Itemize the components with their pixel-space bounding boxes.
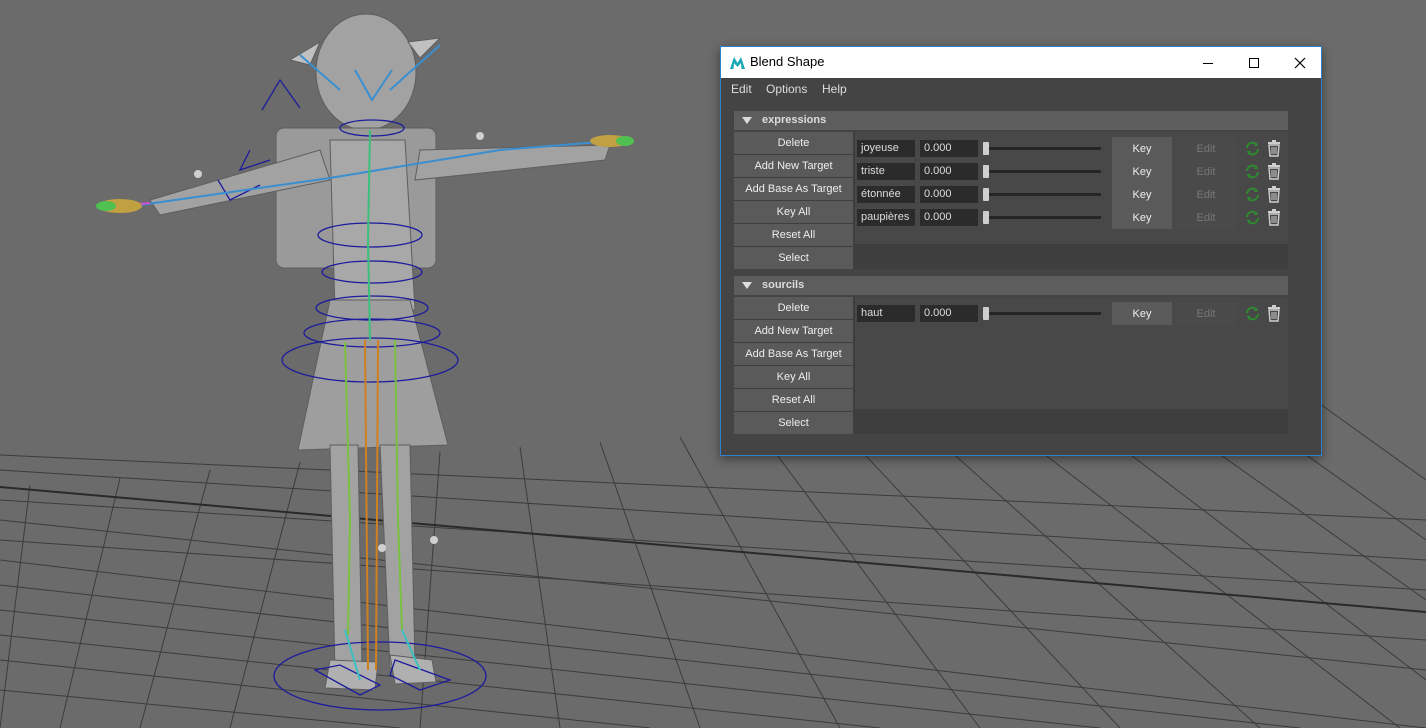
select-button[interactable]: Select: [734, 412, 853, 434]
target-weight-field[interactable]: 0.000: [920, 140, 978, 157]
minimize-button[interactable]: [1185, 47, 1231, 78]
key-all-button[interactable]: Key All: [734, 366, 853, 388]
target-list: haut 0.000 Key Edit: [855, 297, 1288, 409]
target-name-field[interactable]: haut: [857, 305, 915, 322]
close-icon: [1294, 57, 1306, 68]
section-title: expressions: [762, 114, 827, 126]
key-button[interactable]: Key: [1112, 302, 1172, 325]
edit-button[interactable]: Edit: [1175, 160, 1237, 183]
trash-icon[interactable]: [1267, 139, 1281, 157]
target-name-field[interactable]: étonnée: [857, 186, 915, 203]
target-name-field[interactable]: paupières: [857, 209, 915, 226]
window-title: Blend Shape: [750, 54, 825, 69]
menu-bar: Edit Options Help: [721, 78, 1321, 100]
section-header-expressions[interactable]: expressions: [734, 111, 1288, 130]
add-base-as-target-button[interactable]: Add Base As Target: [734, 178, 853, 200]
target-row: joyeuse 0.000 Key Edit: [855, 137, 1288, 160]
key-button[interactable]: Key: [1112, 160, 1172, 183]
delete-button[interactable]: Delete: [734, 132, 853, 154]
key-button[interactable]: Key: [1112, 183, 1172, 206]
key-all-button[interactable]: Key All: [734, 201, 853, 223]
triangle-down-icon[interactable]: [742, 117, 752, 124]
close-button[interactable]: [1277, 47, 1323, 78]
trash-icon[interactable]: [1267, 185, 1281, 203]
section-header-sourcils[interactable]: sourcils: [734, 276, 1288, 295]
swap-green-icon[interactable]: [1244, 140, 1261, 157]
target-list: joyeuse 0.000 Key Edit triste 0.000 Key …: [855, 132, 1288, 244]
weight-slider-handle[interactable]: [983, 165, 989, 178]
minimize-icon: [1203, 62, 1213, 64]
swap-green-icon[interactable]: [1244, 163, 1261, 180]
weight-slider-track[interactable]: [985, 170, 1101, 173]
trash-icon[interactable]: [1267, 162, 1281, 180]
weight-slider-track[interactable]: [985, 312, 1101, 315]
target-weight-field[interactable]: 0.000: [920, 209, 978, 226]
maximize-icon: [1249, 57, 1259, 68]
weight-slider-track[interactable]: [985, 216, 1101, 219]
weight-slider-handle[interactable]: [983, 211, 989, 224]
blend-shape-window[interactable]: Blend Shape Edit Options Help expression…: [720, 46, 1322, 456]
add-new-target-button[interactable]: Add New Target: [734, 155, 853, 177]
add-base-as-target-button[interactable]: Add Base As Target: [734, 343, 853, 365]
edit-button[interactable]: Edit: [1175, 137, 1237, 160]
target-name-field[interactable]: triste: [857, 163, 915, 180]
section-body-sourcils: Delete Add New Target Add Base As Target…: [734, 297, 1288, 434]
select-button[interactable]: Select: [734, 247, 853, 269]
swap-green-icon[interactable]: [1244, 209, 1261, 226]
maximize-button[interactable]: [1231, 47, 1277, 78]
target-row: triste 0.000 Key Edit: [855, 160, 1288, 183]
trash-icon[interactable]: [1267, 208, 1281, 226]
target-row: étonnée 0.000 Key Edit: [855, 183, 1288, 206]
trash-icon[interactable]: [1267, 304, 1281, 322]
key-button[interactable]: Key: [1112, 206, 1172, 229]
delete-button[interactable]: Delete: [734, 297, 853, 319]
reset-all-button[interactable]: Reset All: [734, 224, 853, 246]
menu-help[interactable]: Help: [822, 82, 847, 96]
window-titlebar[interactable]: Blend Shape: [721, 47, 1321, 78]
weight-slider-track[interactable]: [985, 147, 1101, 150]
swap-green-icon[interactable]: [1244, 186, 1261, 203]
weight-slider-handle[interactable]: [983, 142, 989, 155]
target-weight-field[interactable]: 0.000: [920, 305, 978, 322]
target-row: paupières 0.000 Key Edit: [855, 206, 1288, 229]
section-title: sourcils: [762, 279, 805, 291]
target-name-field[interactable]: joyeuse: [857, 140, 915, 157]
menu-options[interactable]: Options: [766, 82, 807, 96]
edit-button[interactable]: Edit: [1175, 206, 1237, 229]
target-weight-field[interactable]: 0.000: [920, 163, 978, 180]
section-body-expressions: Delete Add New Target Add Base As Target…: [734, 132, 1288, 269]
weight-slider-track[interactable]: [985, 193, 1101, 196]
swap-green-icon[interactable]: [1244, 305, 1261, 322]
edit-button[interactable]: Edit: [1175, 183, 1237, 206]
weight-slider-handle[interactable]: [983, 188, 989, 201]
target-weight-field[interactable]: 0.000: [920, 186, 978, 203]
add-new-target-button[interactable]: Add New Target: [734, 320, 853, 342]
edit-button[interactable]: Edit: [1175, 302, 1237, 325]
triangle-down-icon[interactable]: [742, 282, 752, 289]
target-row: haut 0.000 Key Edit: [855, 302, 1288, 325]
key-button[interactable]: Key: [1112, 137, 1172, 160]
weight-slider-handle[interactable]: [983, 307, 989, 320]
reset-all-button[interactable]: Reset All: [734, 389, 853, 411]
menu-edit[interactable]: Edit: [731, 82, 752, 96]
maya-logo-icon: [730, 57, 745, 69]
